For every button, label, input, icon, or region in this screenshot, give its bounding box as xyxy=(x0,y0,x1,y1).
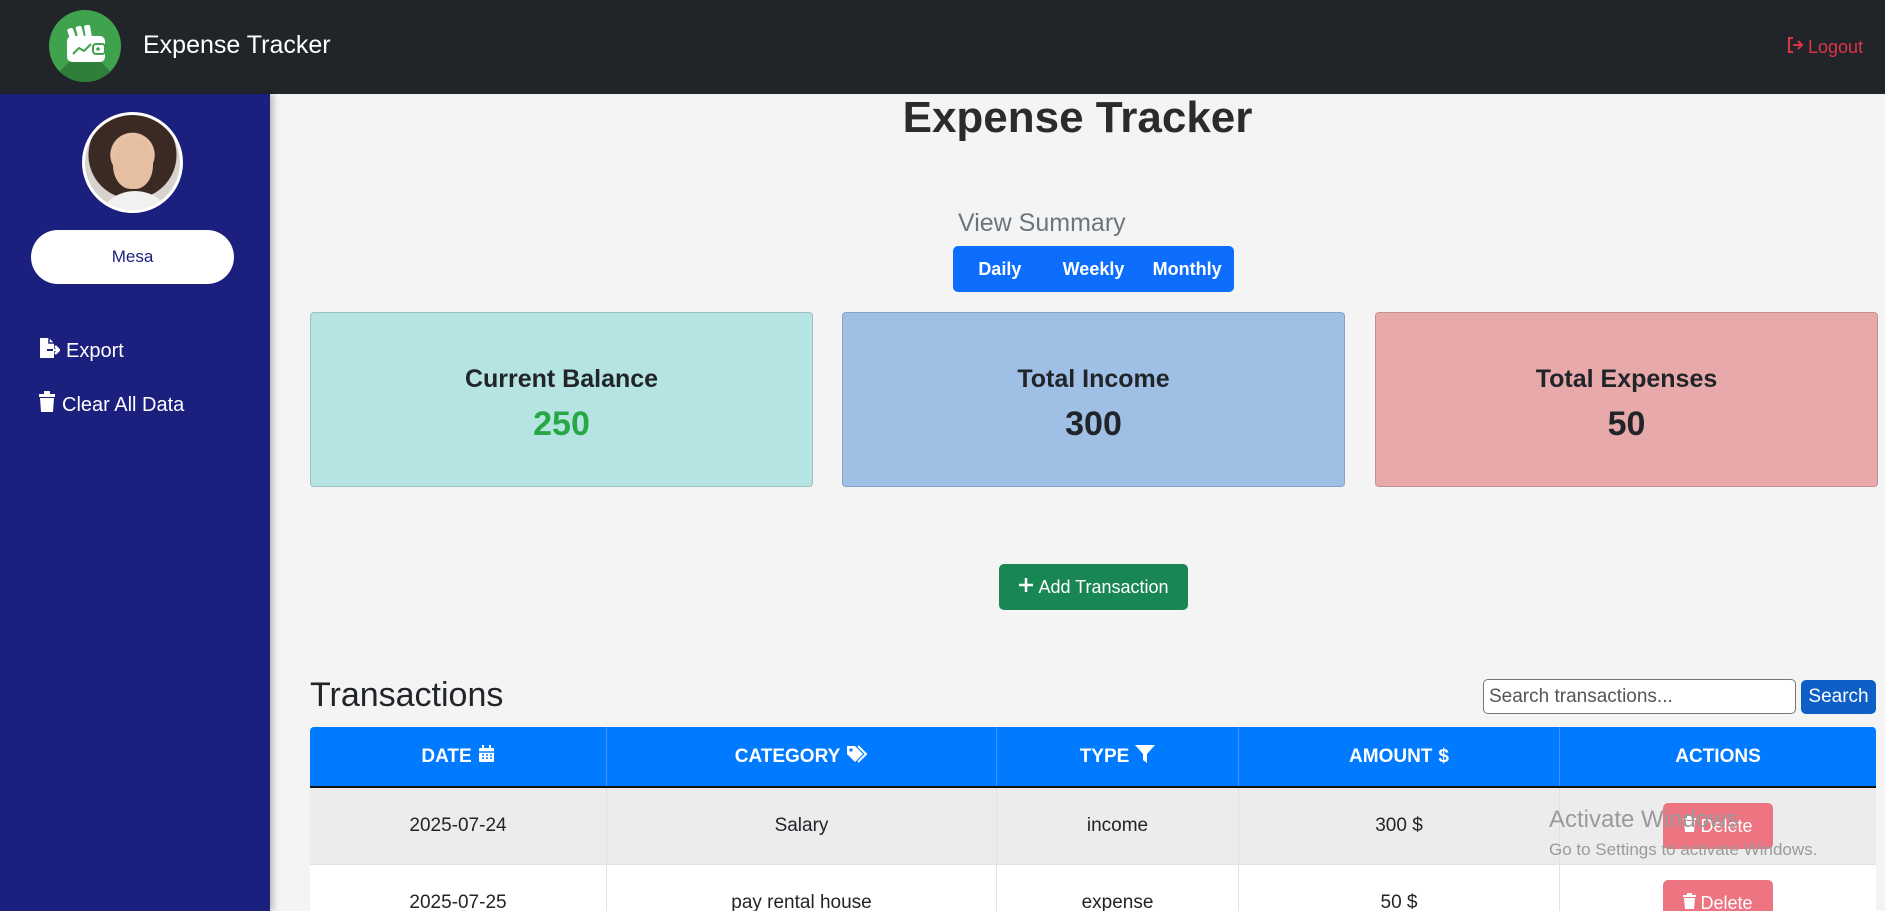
wallet-logo-icon[interactable] xyxy=(49,10,121,82)
card-title: Total Income xyxy=(1017,365,1170,393)
watermark-subtitle: Go to Settings to activate Windows. xyxy=(1549,840,1818,859)
column-header-category[interactable]: CATEGORY xyxy=(607,727,997,786)
sidebar-item-export[interactable]: Export xyxy=(38,336,124,366)
summary-button-group: Daily Weekly Monthly xyxy=(953,246,1234,292)
table-row: 2025-07-25 pay rental house expense 50 $… xyxy=(310,865,1876,911)
cell-category: Salary xyxy=(607,788,997,864)
cell-date: 2025-07-25 xyxy=(310,865,607,911)
add-transaction-label: Add Transaction xyxy=(1038,576,1169,597)
daily-button[interactable]: Daily xyxy=(953,246,1047,292)
column-label: DATE xyxy=(421,745,472,767)
card-title: Total Expenses xyxy=(1535,365,1718,393)
logout-link[interactable]: Logout xyxy=(1786,36,1863,59)
cell-amount: 50 $ xyxy=(1239,865,1560,911)
plus-icon xyxy=(1018,577,1034,598)
cell-category: pay rental house xyxy=(607,865,997,911)
app-title[interactable]: Expense Tracker xyxy=(143,31,331,60)
calendar-icon xyxy=(478,744,495,769)
transactions-heading: Transactions xyxy=(310,676,504,714)
column-header-type[interactable]: TYPE xyxy=(997,727,1239,786)
search-button[interactable]: Search xyxy=(1801,680,1876,714)
delete-button[interactable]: Delete xyxy=(1663,880,1773,911)
summary-label: View Summary xyxy=(958,209,1126,237)
weekly-button[interactable]: Weekly xyxy=(1047,246,1141,292)
column-header-amount[interactable]: AMOUNT $ xyxy=(1239,727,1560,786)
watermark-title: Activate Windows xyxy=(1549,806,1739,833)
delete-label: Delete xyxy=(1700,892,1753,911)
cell-actions: Delete xyxy=(1560,865,1876,911)
logout-label: Logout xyxy=(1807,37,1863,57)
filter-icon xyxy=(1135,744,1156,769)
sidebar: Mesa Export Clear All Data xyxy=(0,94,270,911)
monthly-button[interactable]: Monthly xyxy=(1140,246,1234,292)
card-title: Current Balance xyxy=(464,365,659,393)
page-title: Expense Tracker xyxy=(902,93,1253,142)
cell-date: 2025-07-24 xyxy=(310,788,607,864)
column-label: AMOUNT xyxy=(1349,745,1433,767)
cell-type: income xyxy=(997,788,1239,864)
trash-icon xyxy=(1683,892,1697,911)
activate-windows-watermark: Activate Windows Go to Settings to activ… xyxy=(1549,806,1817,860)
column-header-date[interactable]: DATE xyxy=(310,727,607,786)
search-input[interactable] xyxy=(1483,679,1796,714)
table-header: DATE CATEGORY TYPE AMOUNT $ ACTIONS xyxy=(310,727,1876,788)
cell-type: expense xyxy=(997,865,1239,911)
cell-amount: 300 $ xyxy=(1239,788,1560,864)
column-label: ACTIONS xyxy=(1675,745,1761,767)
tags-icon xyxy=(846,744,868,769)
logout-icon xyxy=(1786,36,1804,59)
total-income-card: Total Income 300 xyxy=(842,312,1345,487)
avatar[interactable] xyxy=(82,112,183,213)
username-button[interactable]: Mesa xyxy=(31,230,234,284)
top-navbar: Expense Tracker Logout xyxy=(0,0,1885,94)
card-value: 50 xyxy=(1607,405,1646,443)
dollar-icon: $ xyxy=(1438,745,1449,767)
column-label: CATEGORY xyxy=(734,745,841,767)
add-transaction-button[interactable]: Add Transaction xyxy=(999,564,1188,610)
column-label: TYPE xyxy=(1079,745,1130,767)
total-expenses-card: Total Expenses 50 xyxy=(1375,312,1878,487)
sidebar-item-label: Clear All Data xyxy=(62,393,185,416)
sidebar-item-clear-all-data[interactable]: Clear All Data xyxy=(38,391,184,419)
card-value: 250 xyxy=(533,405,590,443)
trash-icon xyxy=(38,391,56,419)
card-value: 300 xyxy=(1065,405,1122,443)
column-header-actions: ACTIONS xyxy=(1560,727,1876,786)
current-balance-card: Current Balance 250 xyxy=(310,312,813,487)
file-export-icon xyxy=(38,336,61,366)
sidebar-item-label: Export xyxy=(66,339,124,362)
